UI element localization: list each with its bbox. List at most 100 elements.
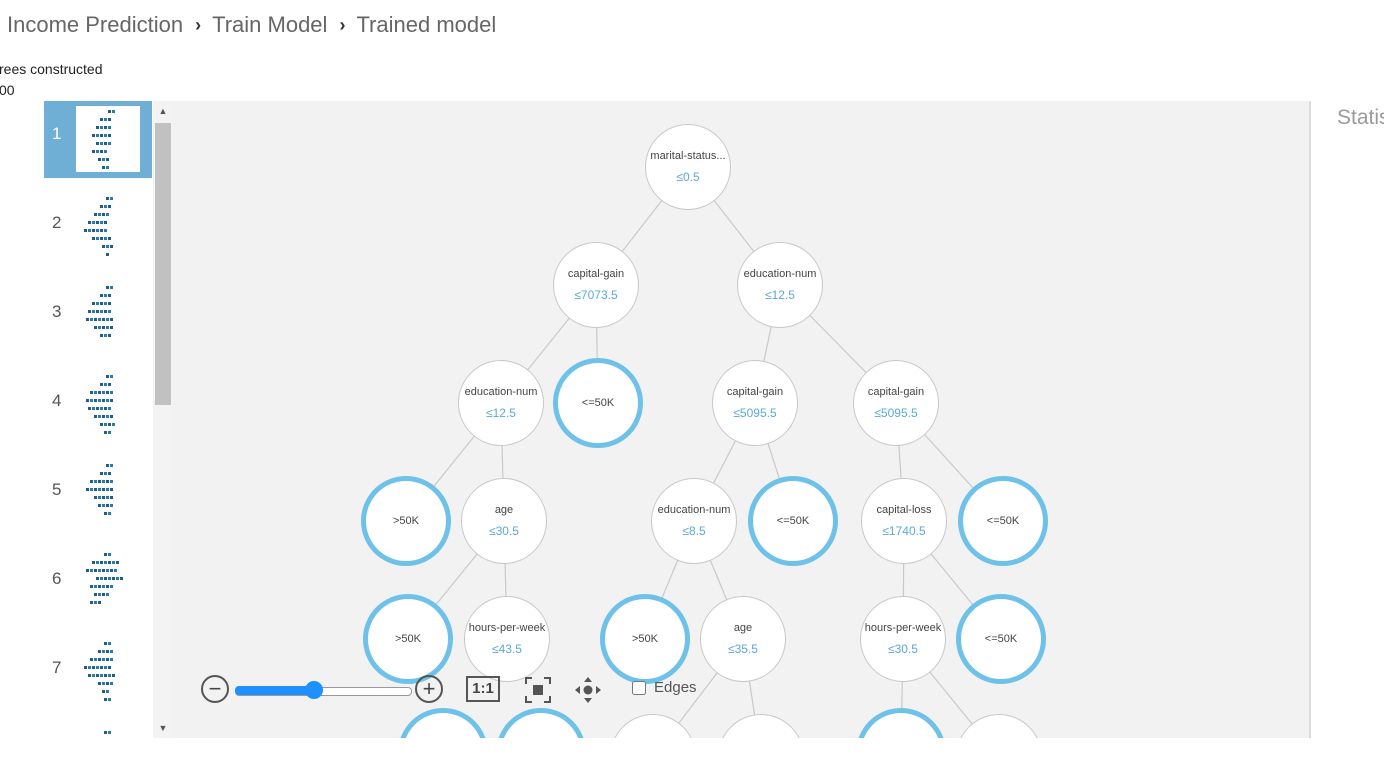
scroll-down-arrow-icon[interactable]: ▼ (153, 718, 173, 738)
breadcrumb: Income Prediction › Train Model › Traine… (7, 10, 496, 40)
edges-checkbox[interactable] (632, 680, 646, 695)
node-threshold: ≤5095.5 (874, 406, 918, 420)
tree-leaf-node[interactable]: <=50K (958, 476, 1048, 566)
tree-thumbnail-number: 3 (52, 302, 62, 321)
tree-thumbnail[interactable]: 2 (44, 190, 152, 267)
node-label: age (733, 622, 753, 634)
tree-thumbnail[interactable]: 7 (44, 635, 152, 712)
node-threshold: ≤1740.5 (882, 524, 926, 538)
tree-split-node[interactable]: capital-loss ≤1740.5 (861, 478, 947, 564)
tree-thumbnail-image (84, 642, 115, 701)
breadcrumb-income-prediction[interactable]: Income Prediction (7, 12, 183, 38)
tree-thumbnail-image (84, 197, 113, 256)
tree-thumbnail-image (86, 375, 115, 434)
node-threshold: ≤30.5 (888, 642, 918, 656)
thumbnail-scrollbar[interactable]: ▲ ▼ (153, 101, 173, 738)
node-threshold: ≤43.5 (492, 642, 522, 656)
node-threshold: ≤30.5 (489, 524, 519, 538)
breadcrumb-separator-icon: › (195, 14, 202, 35)
node-label: hours-per-week (468, 622, 546, 634)
node-label: <=50K (986, 515, 1020, 527)
tree-leaf-node[interactable]: >50K (363, 594, 453, 684)
zoom-in-icon[interactable]: + (415, 675, 443, 703)
zoom-out-icon[interactable]: − (201, 675, 229, 703)
tree-thumbnail[interactable]: 3 (44, 279, 152, 356)
tree-split-node[interactable]: capital-gain ≤5095.5 (712, 360, 798, 446)
tree-leaf-node[interactable]: <=50K (748, 476, 838, 566)
node-label: marital-status... (650, 150, 726, 162)
tree-thumbnail[interactable]: 6 (44, 546, 152, 623)
node-threshold: ≤35.5 (728, 642, 758, 656)
tree-split-node[interactable]: education-num ≤12.5 (458, 360, 544, 446)
tree-split-node[interactable]: capital-gain ≤7073.5 (553, 242, 639, 328)
tree-thumbnail-image (86, 553, 123, 604)
node-label: capital-gain (726, 386, 784, 398)
statistics-title: Statis (1337, 106, 1384, 129)
tree-thumbnail-number: 4 (52, 391, 62, 410)
tree-split-node[interactable]: age ≤30.5 (461, 478, 547, 564)
breadcrumb-separator-icon: › (339, 14, 346, 35)
node-threshold: ≤12.5 (765, 288, 795, 302)
node-threshold: ≤0.5 (676, 170, 700, 184)
tree-thumbnail-number: 2 (52, 213, 62, 232)
tree-thumbnail-number: 5 (52, 480, 62, 499)
tree-thumbnail-image (86, 464, 113, 515)
node-label: hours-per-week (864, 622, 942, 634)
tree-thumbnail-number: 1 (52, 124, 62, 143)
scrollbar-thumb[interactable] (155, 123, 171, 405)
node-label: capital-loss (876, 504, 932, 516)
node-label: capital-gain (567, 268, 625, 280)
tree-leaf-node[interactable]: <=50K (956, 594, 1046, 684)
node-label: <=50K (984, 633, 1018, 645)
panel-divider (1309, 101, 1311, 738)
edges-toggle[interactable]: Edges (632, 679, 697, 696)
node-threshold: ≤7073.5 (574, 288, 618, 302)
node-label: >50K (395, 633, 421, 645)
tree-thumbnail[interactable]: 4 (44, 368, 152, 445)
tree-thumbnail[interactable] (44, 724, 152, 738)
tree-leaf-node[interactable]: <=50K (553, 358, 643, 448)
tree-thumbnail[interactable]: 5 (44, 457, 152, 534)
node-label: <=50K (776, 515, 810, 527)
node-label: education-num (743, 268, 817, 280)
node-label: age (494, 504, 514, 516)
tree-thumbnail[interactable]: 1 (44, 101, 152, 178)
breadcrumb-trained-model: Trained model (356, 12, 497, 37)
actual-size-button[interactable]: 1:1 (466, 676, 500, 702)
tree-split-node[interactable]: age ≤35.5 (700, 596, 786, 682)
node-threshold: ≤5095.5 (733, 406, 777, 420)
tree-leaf-node[interactable]: >50K (361, 476, 451, 566)
tree-split-node[interactable]: education-num ≤8.5 (651, 478, 737, 564)
tree-leaf-node[interactable]: >50K (600, 594, 690, 684)
node-label: >50K (632, 633, 658, 645)
tree-thumbnail-list: 1 2 3 4 5 6 7 (44, 101, 153, 738)
tree-thumbnail-image (76, 106, 140, 172)
scroll-up-arrow-icon[interactable]: ▲ (153, 101, 173, 121)
trees-constructed-label: rees constructed (0, 61, 103, 77)
tree-split-node[interactable]: marital-status... ≤0.5 (645, 124, 731, 210)
zoom-controls: − + 1:1 Edges (199, 673, 719, 707)
tree-split-node[interactable]: education-num ≤12.5 (737, 242, 823, 328)
tree-thumbnail-number: 6 (52, 569, 62, 588)
node-label: <=50K (581, 397, 615, 409)
breadcrumb-train-model[interactable]: Train Model (212, 12, 327, 38)
zoom-slider-fill (235, 686, 314, 695)
node-label: education-num (657, 504, 731, 516)
tree-split-node[interactable]: capital-gain ≤5095.5 (853, 360, 939, 446)
edges-label: Edges (654, 679, 697, 696)
tree-split-node[interactable]: hours-per-week ≤30.5 (860, 596, 946, 682)
node-label: capital-gain (867, 386, 925, 398)
tree-thumbnail-image (86, 286, 113, 337)
fit-to-screen-icon[interactable] (522, 674, 554, 706)
node-label: >50K (393, 515, 419, 527)
trees-constructed-value: 00 (0, 82, 15, 98)
tree-thumbnail-image (104, 731, 111, 734)
tree-canvas[interactable]: marital-status... ≤0.5 capital-gain ≤7073.5… (173, 101, 1309, 738)
node-threshold: ≤12.5 (486, 406, 516, 420)
node-threshold: ≤8.5 (682, 524, 706, 538)
pan-arrows-icon[interactable] (572, 674, 604, 706)
node-label: education-num (464, 386, 538, 398)
zoom-slider-handle[interactable] (305, 681, 323, 699)
tree-thumbnail-number: 7 (52, 658, 62, 677)
tree-split-node[interactable]: hours-per-week ≤43.5 (464, 596, 550, 682)
